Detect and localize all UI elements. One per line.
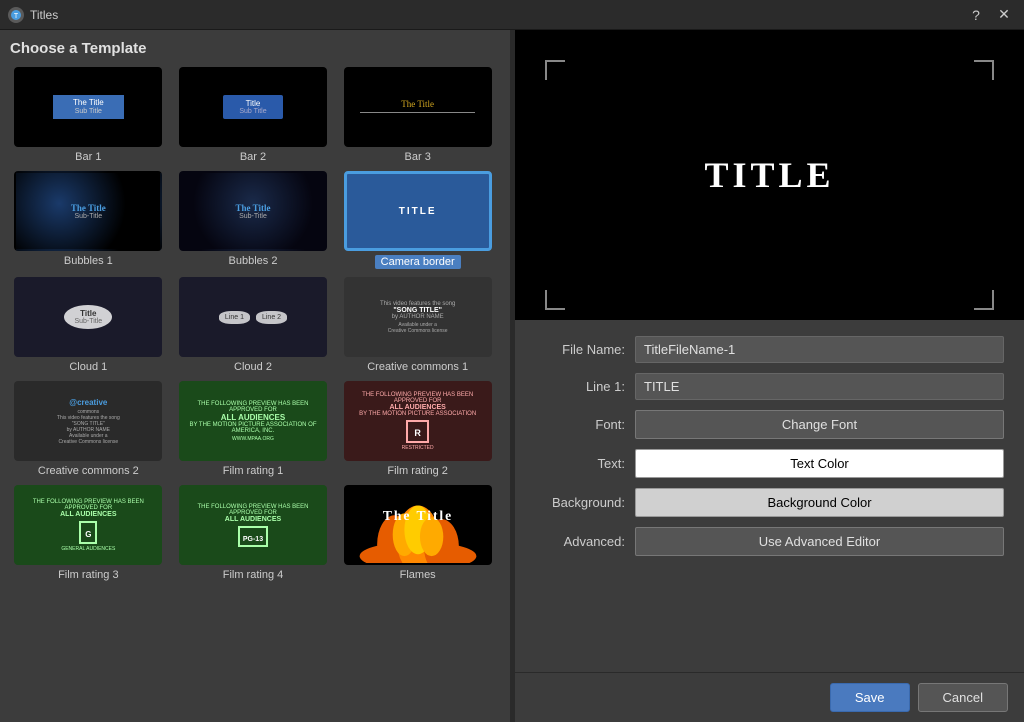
preview-corner-bl xyxy=(545,290,565,310)
template-item-film3[interactable]: THE FOLLOWING PREVIEW HAS BEEN APPROVED … xyxy=(10,485,167,581)
template-thumb-film4: THE FOLLOWING PREVIEW HAS BEEN APPROVED … xyxy=(179,485,327,565)
panel-heading: Choose a Template xyxy=(10,40,500,57)
template-label-camera: Camera border xyxy=(375,255,461,269)
bottom-bar: Save Cancel xyxy=(515,672,1024,722)
template-thumb-camera: TITLE xyxy=(344,171,492,251)
save-button[interactable]: Save xyxy=(830,683,910,712)
template-label-flames: Flames xyxy=(400,569,436,581)
template-thumb-film2: THE FOLLOWING PREVIEW HAS BEEN APPROVED … xyxy=(344,381,492,461)
close-button[interactable]: ✕ xyxy=(992,3,1016,27)
template-thumb-bar1: The Title Sub Title xyxy=(14,67,162,147)
template-thumb-cloud2: Line 1 Line 2 xyxy=(179,277,327,357)
cancel-button[interactable]: Cancel xyxy=(918,683,1008,712)
template-thumb-bar3: The Title xyxy=(344,67,492,147)
template-thumb-bar2: Title Sub Title xyxy=(179,67,327,147)
text-color-button[interactable]: Text Color xyxy=(635,449,1004,478)
template-item-creative1[interactable]: This video features the song "SONG TITLE… xyxy=(339,277,496,373)
template-label-film2: Film rating 2 xyxy=(387,465,448,477)
svg-text:T: T xyxy=(14,13,19,20)
template-thumb-bubbles2: The Title Sub-Title xyxy=(179,171,327,251)
preview-corner-tl xyxy=(545,60,565,80)
text-color-label: Text: xyxy=(535,456,625,471)
template-item-film1[interactable]: THE FOLLOWING PREVIEW HAS BEEN APPROVED … xyxy=(175,381,332,477)
help-button[interactable]: ? xyxy=(964,3,988,27)
template-label-film1: Film rating 1 xyxy=(223,465,284,477)
template-thumb-cloud1: Title Sub-Title xyxy=(14,277,162,357)
template-label-bubbles1: Bubbles 1 xyxy=(64,255,113,267)
preview-corner-br xyxy=(974,290,994,310)
template-label-film3: Film rating 3 xyxy=(58,569,119,581)
window-title: Titles xyxy=(30,8,58,22)
template-item-film4[interactable]: THE FOLLOWING PREVIEW HAS BEEN APPROVED … xyxy=(175,485,332,581)
template-item-bubbles1[interactable]: The Title Sub-Title Bubbles 1 xyxy=(10,171,167,269)
advanced-label: Advanced: xyxy=(535,534,625,549)
template-thumb-film3: THE FOLLOWING PREVIEW HAS BEEN APPROVED … xyxy=(14,485,162,565)
template-thumb-film1: THE FOLLOWING PREVIEW HAS BEEN APPROVED … xyxy=(179,381,327,461)
template-grid: The Title Sub Title Bar 1 Title Sub Titl… xyxy=(10,67,500,581)
form-area: File Name: Line 1: Font: Change Font Tex… xyxy=(515,320,1024,672)
svg-text:The Title: The Title xyxy=(382,508,452,523)
template-item-bar2[interactable]: Title Sub Title Bar 2 xyxy=(175,67,332,163)
preview-title: TITLE xyxy=(704,154,834,196)
template-item-cloud1[interactable]: Title Sub-Title Cloud 1 xyxy=(10,277,167,373)
template-item-creative2[interactable]: @creative commonsThis video features the… xyxy=(10,381,167,477)
template-label-cloud1: Cloud 1 xyxy=(69,361,107,373)
line1-label: Line 1: xyxy=(535,379,625,394)
template-thumb-bubbles1: The Title Sub-Title xyxy=(14,171,162,251)
titlebar-left: T Titles xyxy=(8,7,58,23)
template-label-film4: Film rating 4 xyxy=(223,569,284,581)
bg-color-label: Background: xyxy=(535,495,625,510)
font-label: Font: xyxy=(535,417,625,432)
main-content: Choose a Template The Title Sub Title Ba… xyxy=(0,30,1024,722)
bg-color-button[interactable]: Background Color xyxy=(635,488,1004,517)
template-label-bar3: Bar 3 xyxy=(405,151,431,163)
advanced-row: Advanced: Use Advanced Editor xyxy=(535,527,1004,556)
template-item-bubbles2[interactable]: The Title Sub-Title Bubbles 2 xyxy=(175,171,332,269)
template-thumb-flames: The Title xyxy=(344,485,492,565)
file-name-label: File Name: xyxy=(535,342,625,357)
template-label-bubbles2: Bubbles 2 xyxy=(229,255,278,267)
window-controls: ? ✕ xyxy=(964,3,1016,27)
titlebar: T Titles ? ✕ xyxy=(0,0,1024,30)
template-item-flames[interactable]: The Title Flames xyxy=(339,485,496,581)
template-item-film2[interactable]: THE FOLLOWING PREVIEW HAS BEEN APPROVED … xyxy=(339,381,496,477)
template-thumb-creative1: This video features the song "SONG TITLE… xyxy=(344,277,492,357)
advanced-editor-button[interactable]: Use Advanced Editor xyxy=(635,527,1004,556)
preview-corner-tr xyxy=(974,60,994,80)
template-thumb-creative2: @creative commonsThis video features the… xyxy=(14,381,162,461)
template-item-bar1[interactable]: The Title Sub Title Bar 1 xyxy=(10,67,167,163)
left-panel: Choose a Template The Title Sub Title Ba… xyxy=(0,30,510,722)
template-label-bar1: Bar 1 xyxy=(75,151,101,163)
template-grid-container[interactable]: The Title Sub Title Bar 1 Title Sub Titl… xyxy=(10,67,500,712)
font-row: Font: Change Font xyxy=(535,410,1004,439)
preview-area: TITLE xyxy=(515,30,1024,320)
change-font-button[interactable]: Change Font xyxy=(635,410,1004,439)
app-icon: T xyxy=(8,7,24,23)
text-color-row: Text: Text Color xyxy=(535,449,1004,478)
template-item-camera[interactable]: TITLE Camera border xyxy=(339,171,496,269)
template-item-cloud2[interactable]: Line 1 Line 2 Cloud 2 xyxy=(175,277,332,373)
template-label-creative1: Creative commons 1 xyxy=(367,361,468,373)
template-label-bar2: Bar 2 xyxy=(240,151,266,163)
file-name-input[interactable] xyxy=(635,336,1004,363)
file-name-row: File Name: xyxy=(535,336,1004,363)
line1-input[interactable] xyxy=(635,373,1004,400)
right-panel: TITLE File Name: Line 1: Font: Change Fo… xyxy=(514,30,1024,722)
template-label-cloud2: Cloud 2 xyxy=(234,361,272,373)
template-label-creative2: Creative commons 2 xyxy=(38,465,139,477)
line1-row: Line 1: xyxy=(535,373,1004,400)
bg-color-row: Background: Background Color xyxy=(535,488,1004,517)
template-item-bar3[interactable]: The Title Bar 3 xyxy=(339,67,496,163)
